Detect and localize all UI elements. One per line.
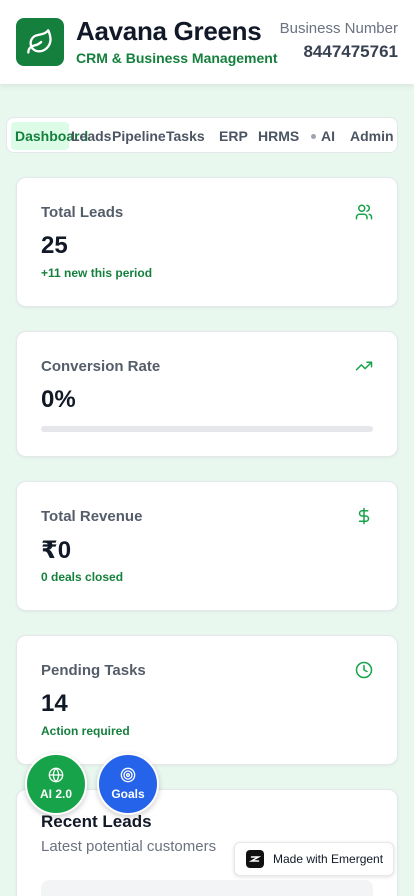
dollar-icon [358, 507, 370, 525]
action-required-sub: Action required [41, 724, 130, 738]
total-leads-card[interactable]: Total Leads 25 +11 new this period [16, 177, 398, 307]
goals-button-label: Goals [111, 787, 145, 801]
total-revenue-value: ₹0 [41, 537, 72, 564]
conversion-rate-value: 0% [41, 386, 76, 413]
business-number: 8447475761 [303, 42, 398, 61]
pending-tasks-card[interactable]: Pending Tasks 14 Action required [16, 635, 398, 765]
app-header: Aavana Greens CRM & Business Management … [0, 0, 414, 84]
ai-assistant-button[interactable]: AI 2.0 [25, 753, 87, 815]
made-with-emergent-badge[interactable]: Made with Emergent [234, 842, 394, 876]
tab-leads[interactable]: Leads [71, 122, 111, 150]
globe-icon [48, 767, 64, 783]
tab-ai[interactable]: AI [311, 122, 335, 150]
tab-tasks[interactable]: Tasks [166, 122, 205, 150]
business-number-label: Business Number [279, 20, 398, 37]
total-revenue-card[interactable]: Total Revenue ₹0 0 deals closed [16, 481, 398, 611]
target-icon [120, 767, 136, 783]
app-title: Aavana Greens [76, 16, 262, 46]
total-leads-sub: +11 new this period [41, 266, 153, 280]
badge-label: Made with Emergent [273, 852, 384, 866]
tab-ai-label: AI [321, 128, 335, 144]
clock-icon [355, 661, 373, 679]
deals-closed-sub: 0 deals closed [41, 570, 124, 584]
recent-leads-subtitle: Latest potential customers [41, 838, 217, 855]
leaf-logo-icon [16, 18, 64, 66]
conversion-progress-bar [41, 426, 373, 432]
dot-icon [311, 133, 316, 139]
goals-button[interactable]: Goals [97, 753, 159, 815]
card-label: Total Leads [41, 204, 124, 221]
app-subtitle: CRM & Business Management [76, 50, 278, 66]
card-label: Conversion Rate [41, 358, 161, 375]
trending-up-icon [355, 361, 373, 371]
ai-button-label: AI 2.0 [39, 787, 72, 801]
tab-pipeline[interactable]: Pipeline [112, 122, 166, 150]
list-item[interactable] [41, 880, 373, 896]
tab-dashboard[interactable]: Dashboard [11, 122, 88, 150]
emergent-logo-icon [246, 850, 264, 868]
pending-tasks-value: 14 [41, 690, 68, 717]
tab-erp[interactable]: ERP [219, 122, 248, 150]
card-label: Total Revenue [41, 508, 143, 525]
card-label: Pending Tasks [41, 662, 146, 679]
total-leads-value: 25 [41, 232, 68, 259]
tab-admin[interactable]: Admin [350, 122, 394, 150]
conversion-rate-card[interactable]: Conversion Rate 0% [16, 331, 398, 457]
users-icon [355, 204, 373, 220]
recent-leads-title: Recent Leads [41, 812, 152, 831]
main-tabs: Dashboard Leads Pipeline Tasks ERP HRMS … [6, 117, 398, 153]
tab-hrms[interactable]: HRMS [258, 122, 299, 150]
